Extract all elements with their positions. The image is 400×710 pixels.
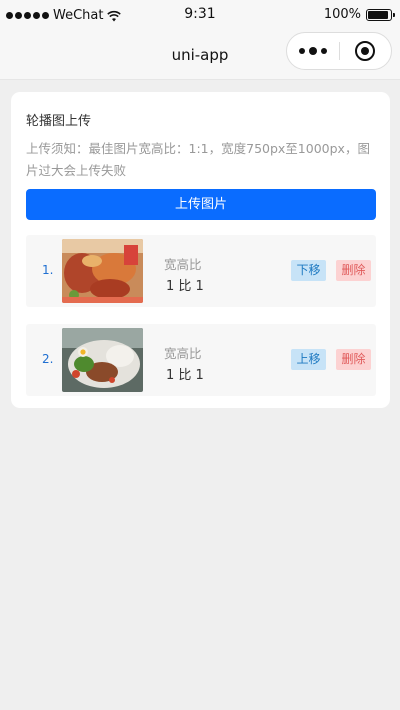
more-menu-icon[interactable] [287,47,339,55]
item-index: 1. [42,263,54,277]
upload-image-button[interactable]: 上传图片 [26,189,376,220]
delete-button[interactable]: 删除 [336,260,371,281]
move-down-button[interactable]: 下移 [291,260,326,281]
upload-notice: 上传须知：最佳图片宽高比：1:1，宽度750px至1000px，图片过大会上传失… [26,141,370,178]
move-up-button[interactable]: 上移 [291,349,326,370]
item-index: 2. [42,352,54,366]
close-mini-program-icon[interactable] [339,41,391,61]
image-list-item: 2. 宽高比 1 比 1 上移 删除 [26,324,376,396]
aspect-ratio-value: 1 比 1 [166,279,204,294]
carousel-upload-card: 轮播图上传 上传须知：最佳图片宽高比：1:1，宽度750px至1000px，图片… [11,92,390,408]
status-bar: WeChat 9:31 100% [0,0,400,32]
aspect-ratio-value: 1 比 1 [166,368,204,383]
battery-info: 100% [323,7,395,22]
mini-program-capsule [286,32,392,70]
battery-icon [366,8,395,21]
carousel-image-thumbnail[interactable] [62,328,143,392]
aspect-ratio-label: 宽高比 [164,257,202,272]
card-title: 轮播图上传 [26,114,92,129]
battery-percentage: 100% [323,7,361,22]
carousel-image-thumbnail[interactable] [62,239,143,303]
aspect-ratio-label: 宽高比 [164,346,202,361]
image-list-item: 1. 宽高比 1 比 1 下移 删除 [26,235,376,307]
navigation-bar: uni-app [0,32,400,80]
delete-button[interactable]: 删除 [336,349,371,370]
